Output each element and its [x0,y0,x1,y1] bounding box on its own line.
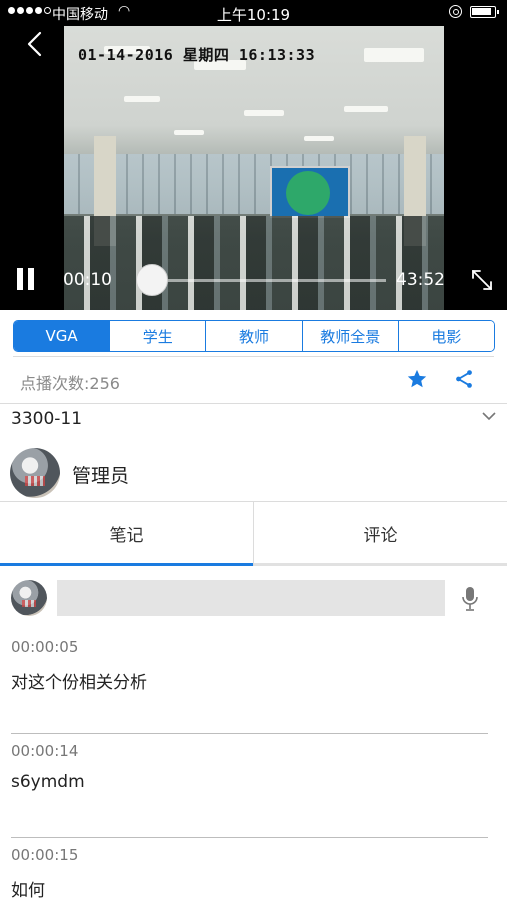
fullscreen-icon[interactable] [470,268,494,292]
back-icon[interactable] [22,30,50,58]
video-timestamp-overlay: 01-14-2016 星期四 16:13:33 [78,46,316,64]
play-count: 点播次数:256 [20,374,120,393]
course-title: 3300-11 [11,409,83,429]
status-time: 上午10:19 [216,6,291,24]
current-time: 00:10 [63,270,112,290]
avatar [11,580,47,616]
list-item[interactable]: 00:00:05 对这个份相关分析 [0,630,507,734]
status-bar: 中国移动 ◠ 上午10:19 [0,0,507,26]
note-input[interactable] [57,580,445,616]
tab-vga[interactable]: VGA [14,321,110,351]
chevron-down-icon[interactable] [481,411,497,421]
list-item[interactable]: 00:00:14 s6ymdm [0,734,507,838]
tab-notes[interactable]: 笔记 [0,502,253,566]
tab-student[interactable]: 学生 [109,321,206,351]
author-name: 管理员 [72,465,130,487]
notes-list: 00:00:05 对这个份相关分析 00:00:14 s6ymdm 00:00:… [0,630,507,900]
list-item[interactable]: 00:00:15 如何 [0,838,507,900]
content-tabs: 笔记 评论 [0,502,507,566]
author-row: 管理员 [0,443,507,502]
note-text: 对这个份相关分析 [11,673,147,693]
tab-comments[interactable]: 评论 [253,502,507,566]
note-timestamp: 00:00:15 [11,846,79,864]
tab-movie[interactable]: 电影 [397,321,494,351]
star-icon[interactable] [406,368,428,390]
note-text: 如何 [11,881,45,900]
rotation-lock-icon [449,5,462,18]
note-compose [0,576,507,620]
total-time: 43:52 [396,270,445,290]
mic-icon[interactable] [461,586,479,612]
note-timestamp: 00:00:14 [11,742,79,760]
share-icon[interactable] [453,368,475,390]
battery-icon [470,6,499,18]
note-text: s6ymdm [11,772,85,792]
video-player[interactable]: 01-14-2016 星期四 16:13:33 中国移动 ◠ 上午10:19 0… [0,0,507,310]
tab-teacher[interactable]: 教师 [205,321,302,351]
progress-thumb[interactable] [136,264,168,296]
quality-tabs: VGA 学生 教师 教师全景 电影 [13,320,495,352]
tab-teacher-panorama[interactable]: 教师全景 [301,321,398,351]
playback-controls: 00:10 43:52 [0,260,507,300]
pause-icon[interactable] [16,268,36,290]
meta-row: 点播次数:256 [0,356,507,404]
avatar [10,448,60,498]
progress-bar[interactable] [152,279,386,282]
note-timestamp: 00:00:05 [11,638,79,656]
